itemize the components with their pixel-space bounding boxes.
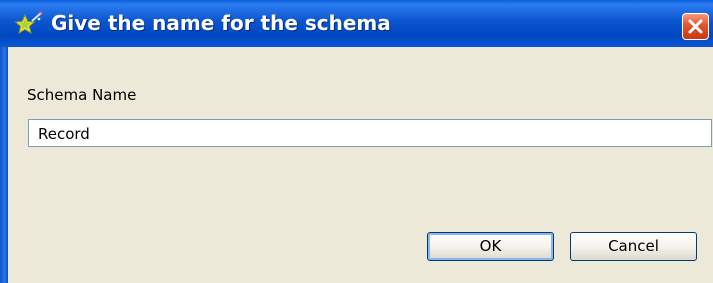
dialog-body: Schema Name OK Cancel — [8, 47, 713, 283]
cancel-button[interactable]: Cancel — [570, 232, 697, 261]
star-wand-icon — [14, 11, 43, 35]
dialog-title: Give the name for the schema — [51, 11, 391, 35]
close-x-icon — [688, 19, 703, 34]
schema-name-input[interactable] — [28, 119, 712, 147]
window-left-border — [0, 47, 8, 283]
schema-name-dialog: Give the name for the schema Schema Name… — [0, 0, 713, 283]
title-bar[interactable]: Give the name for the schema — [0, 0, 713, 47]
close-button[interactable] — [682, 13, 709, 40]
schema-name-label: Schema Name — [27, 86, 137, 104]
ok-button[interactable]: OK — [427, 232, 554, 261]
